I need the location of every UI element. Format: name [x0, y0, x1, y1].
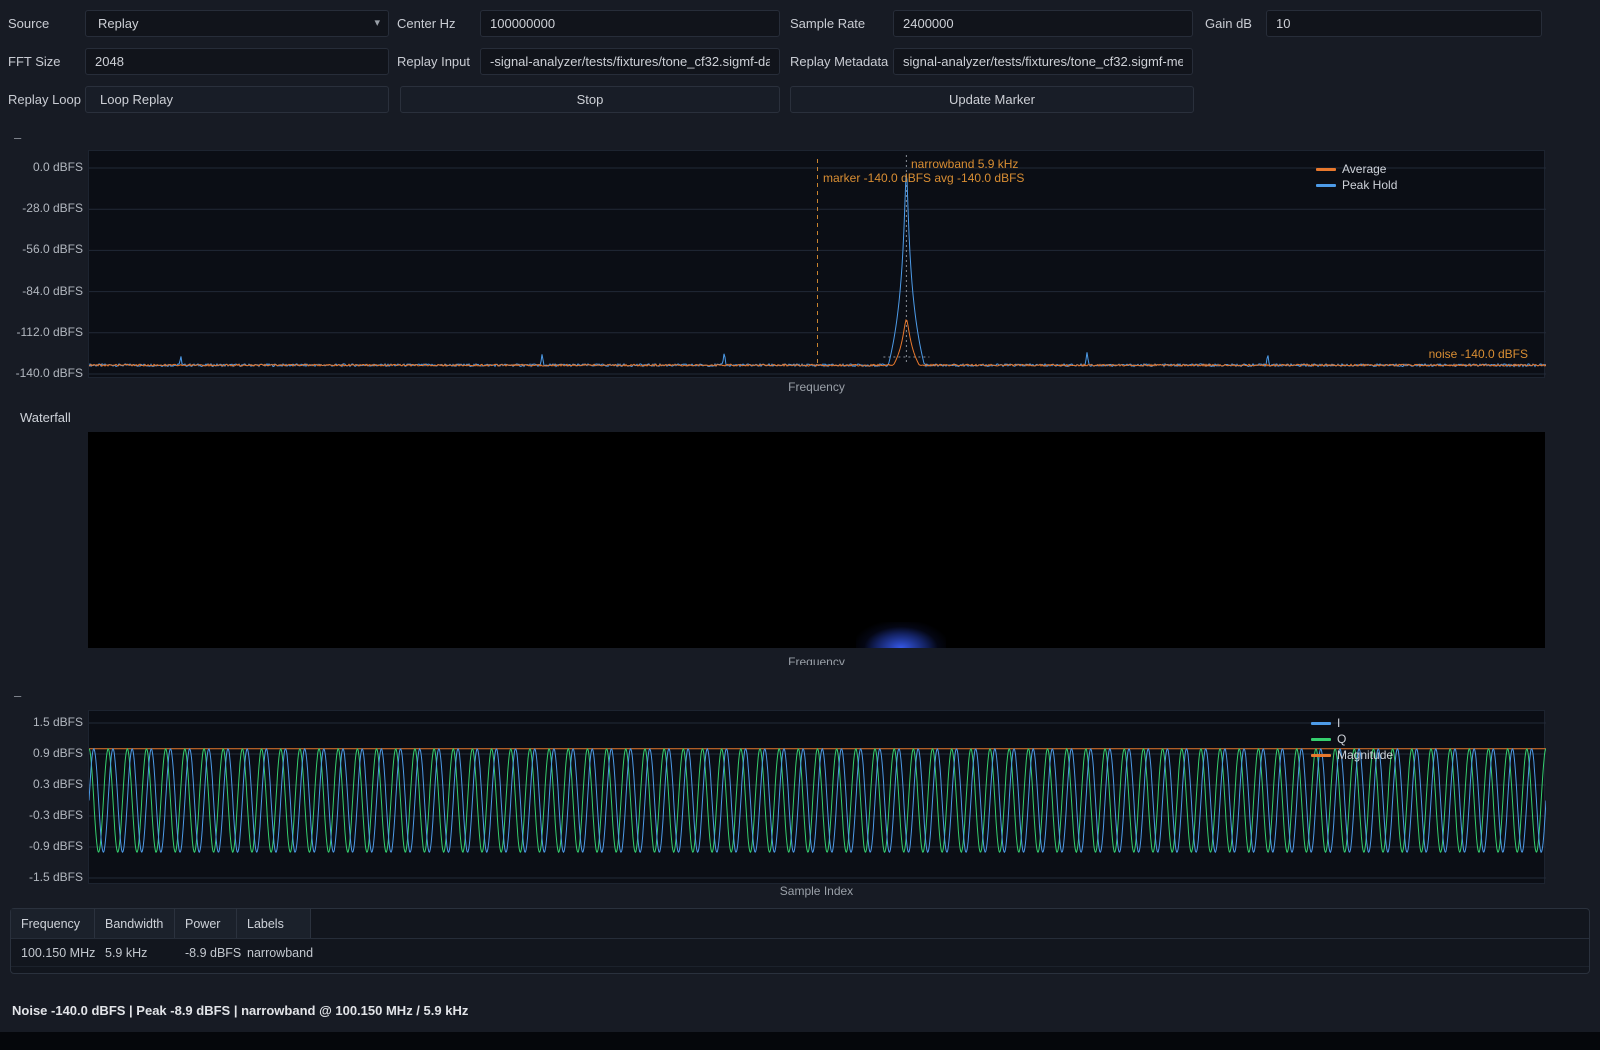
legend-label: Q — [1337, 732, 1346, 746]
spectrum-y-tick: -140.0 dBFS — [0, 366, 83, 380]
cell-power: -8.9 dBFS — [175, 939, 237, 966]
col-header-labels: Labels — [237, 909, 311, 938]
col-header-bandwidth: Bandwidth — [95, 909, 175, 938]
q-swatch-icon — [1311, 738, 1331, 741]
col-header-power: Power — [175, 909, 237, 938]
time-y-tick: 0.9 dBFS — [0, 746, 83, 760]
legend-label: Peak Hold — [1342, 178, 1397, 192]
replay-metadata-label: Replay Metadata — [790, 48, 888, 75]
time-x-axis-label: Sample Index — [88, 884, 1545, 898]
cell-bandwidth: 5.9 kHz — [95, 939, 175, 966]
cell-frequency: 100.150 MHz — [11, 939, 95, 966]
marker-annotation: marker -140.0 dBFS avg -140.0 dBFS — [823, 171, 1024, 185]
replay-metadata-field[interactable] — [893, 48, 1193, 75]
loop-replay-button[interactable]: Loop Replay — [85, 86, 389, 113]
sample-rate-input[interactable] — [893, 10, 1193, 37]
spectrum-collapse-toggle[interactable]: – — [14, 132, 21, 144]
replay-input-label: Replay Input — [397, 48, 470, 75]
legend-item-q[interactable]: Q — [1311, 732, 1346, 746]
sample-rate-label: Sample Rate — [790, 10, 865, 37]
update-marker-button[interactable]: Update Marker — [790, 86, 1194, 113]
spectrum-y-tick: 0.0 dBFS — [0, 160, 83, 174]
center-hz-label: Center Hz — [397, 10, 456, 37]
spectrum-y-tick: -56.0 dBFS — [0, 242, 83, 256]
waterfall-plot[interactable] — [88, 432, 1545, 648]
legend-item-peak-hold[interactable]: Peak Hold — [1316, 178, 1397, 192]
peak-hold-swatch-icon — [1316, 184, 1336, 187]
fft-size-label: FFT Size — [8, 48, 61, 75]
waterfall-x-axis-label-clipped: Frequency — [88, 655, 1545, 665]
signals-table-header: Frequency Bandwidth Power Labels — [11, 909, 1589, 939]
legend-label: Average — [1342, 162, 1386, 176]
legend-item-average[interactable]: Average — [1316, 162, 1386, 176]
time-collapse-toggle[interactable]: – — [14, 690, 21, 702]
i-swatch-icon — [1311, 722, 1331, 725]
fft-size-input[interactable] — [85, 48, 389, 75]
replay-loop-label: Replay Loop — [8, 86, 81, 113]
signal-analyzer-window: Source Replay ▾ Center Hz Sample Rate Ga… — [0, 0, 1600, 1050]
spectrum-y-tick: -112.0 dBFS — [0, 325, 83, 339]
col-header-frequency: Frequency — [11, 909, 95, 938]
source-select-value: Replay — [98, 16, 138, 31]
footer-strip — [0, 1032, 1600, 1050]
gain-db-input[interactable] — [1266, 10, 1542, 37]
status-bar: Noise -140.0 dBFS | Peak -8.9 dBFS | nar… — [12, 1003, 468, 1018]
gain-db-label: Gain dB — [1205, 10, 1252, 37]
stop-button[interactable]: Stop — [400, 86, 780, 113]
signals-table: Frequency Bandwidth Power Labels 100.150… — [10, 908, 1590, 974]
time-y-tick: -0.9 dBFS — [0, 839, 83, 853]
legend-item-i[interactable]: I — [1311, 716, 1340, 730]
source-select[interactable]: Replay ▾ — [85, 10, 389, 37]
time-y-tick: -0.3 dBFS — [0, 808, 83, 822]
center-hz-input[interactable] — [480, 10, 780, 37]
time-y-tick: 1.5 dBFS — [0, 715, 83, 729]
waterfall-title: Waterfall — [20, 410, 71, 425]
time-y-tick: 0.3 dBFS — [0, 777, 83, 791]
replay-input-field[interactable] — [480, 48, 780, 75]
magnitude-swatch-icon — [1311, 754, 1331, 757]
spectrum-y-tick: -28.0 dBFS — [0, 201, 83, 215]
average-swatch-icon — [1316, 168, 1336, 171]
table-row: 100.150 MHz 5.9 kHz -8.9 dBFS narrowband — [11, 939, 1589, 967]
legend-label: Magnitude — [1337, 748, 1393, 762]
cell-labels: narrowband — [237, 939, 311, 966]
waterfall-energy-blob — [856, 622, 946, 648]
chevron-down-icon: ▾ — [374, 11, 380, 36]
legend-item-magnitude[interactable]: Magnitude — [1311, 748, 1393, 762]
time-plot[interactable]: I Q Magnitude — [88, 710, 1545, 884]
time-y-tick: -1.5 dBFS — [0, 870, 83, 884]
spectrum-x-axis-label: Frequency — [88, 380, 1545, 394]
spectrum-plot[interactable]: narrowband 5.9 kHz marker -140.0 dBFS av… — [88, 150, 1545, 378]
peak-annotation: narrowband 5.9 kHz — [911, 157, 1018, 171]
source-label: Source — [8, 10, 49, 37]
spectrum-y-tick: -84.0 dBFS — [0, 284, 83, 298]
noise-annotation: noise -140.0 dBFS — [1429, 347, 1528, 361]
legend-label: I — [1337, 716, 1340, 730]
